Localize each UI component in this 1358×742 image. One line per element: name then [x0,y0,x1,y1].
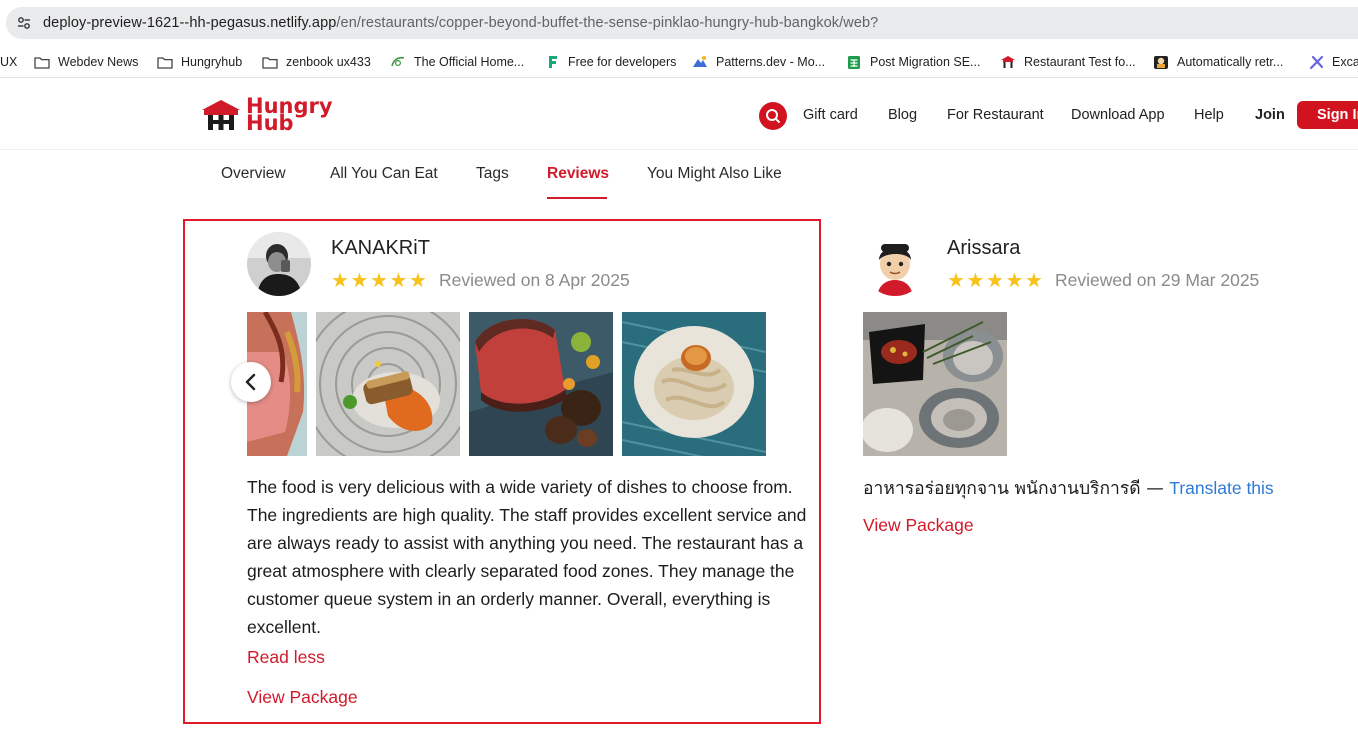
review-date: Reviewed on 29 Mar 2025 [1055,270,1260,290]
nav-gift-card[interactable]: Gift card [803,107,858,123]
site-favicon [390,55,406,69]
review-text: อาหารอร่อยทุกจาน พนักงานบริการดี — Trans… [863,474,1274,502]
tab-you-might-also-like[interactable]: You Might Also Like [647,165,782,183]
logo-wordmark: Hungry Hub [246,96,333,134]
nav-help[interactable]: Help [1194,107,1224,123]
bookmark-post-migration[interactable]: Post Migration SE... [846,53,980,71]
tab-all-you-can-eat[interactable]: All You Can Eat [330,165,438,183]
nav-for-restaurant[interactable]: For Restaurant [947,107,1044,123]
review-text: The food is very delicious with a wide v… [247,477,807,637]
star-icon: ★ [370,268,388,292]
f-favicon [544,55,560,69]
bookmark-label: Patterns.dev - Mo... [716,55,826,69]
bookmark-label: zenbook ux433 [286,55,371,69]
browser-url-bar: deploy-preview-1621--hh-pegasus.netlify.… [0,0,1358,44]
patterns-favicon [692,55,708,69]
star-icon: ★ [350,268,369,292]
bookmark-label: Post Migration SE... [870,55,981,69]
folder-icon [262,55,278,69]
review-photo-wagyu[interactable] [469,312,613,456]
excalidraw-favicon [1308,55,1324,69]
sign-in-button[interactable]: Sign In [1297,101,1358,129]
review-photo-oyster[interactable] [863,312,1007,456]
bookmark-label: Restaurant Test fo... [1024,55,1136,69]
bookmark-free-for-developers[interactable]: Free for developers [544,53,676,71]
address-field[interactable]: deploy-preview-1621--hh-pegasus.netlify.… [6,7,1358,39]
bookmark-hungryhub[interactable]: Hungryhub [157,53,242,71]
bookmark-label: UX [0,55,18,69]
view-package-link[interactable]: View Package [247,687,358,708]
hungryhub-favicon [1000,55,1016,69]
hungry-hub-logo-icon [202,100,240,130]
bookmark-restaurant-test[interactable]: Restaurant Test fo... [1000,53,1136,71]
hungry-hub-logo[interactable]: Hungry Hub [200,96,333,136]
nav-download-app[interactable]: Download App [1071,107,1165,123]
translate-link[interactable]: Translate this [1169,478,1273,498]
star-icon: ★ [331,268,349,292]
bookmarks-bar: UX Webdev News Hungryhub zenbook ux433 T… [0,44,1358,78]
star-icon: ★ [947,268,965,292]
bookmark-webdev-news[interactable]: Webdev News [34,53,138,71]
bookmark-zenbook[interactable]: zenbook ux433 [262,53,371,71]
bookmark-label: Webdev News [58,55,139,69]
bookmark-label: Free for developers [568,55,677,69]
star-icon: ★ [389,268,408,292]
rating-stars: ★ ★ ★ ★ ★ [947,268,1045,292]
chevron-left-icon [245,373,256,391]
url-text[interactable]: deploy-preview-1621--hh-pegasus.netlify.… [43,15,878,31]
bookmark-label: The Official Home... [414,55,525,69]
view-package-link[interactable]: View Package [863,515,974,536]
review-date: Reviewed on 8 Apr 2025 [439,270,630,290]
reviewer-avatar [247,232,311,296]
site-header: Hungry Hub Gift card Blog For Restaurant… [0,82,1358,150]
folder-icon [157,55,173,69]
search-icon [766,109,780,123]
search-button[interactable] [759,102,787,130]
reviewer-name: KANAKRiT [331,237,430,259]
tab-overview[interactable]: Overview [221,165,286,183]
translate-separator: — [1140,479,1170,499]
bookmark-label: Automatically retr... [1177,55,1284,69]
review-text-thai: อาหารอร่อยทุกจาน พนักงานบริการดี [863,479,1141,499]
bookmark-ux[interactable]: UX [0,53,17,71]
tab-tags[interactable]: Tags [476,165,509,183]
reviewer-name: Arissara [947,237,1021,259]
bookmark-label: Excal [1332,55,1358,69]
carousel-prev-button[interactable] [231,362,271,402]
url-host: deploy-preview-1621--hh-pegasus.netlify.… [43,15,337,31]
read-less-link[interactable]: Read less [247,647,325,668]
star-icon: ★ [986,268,1004,292]
nav-blog[interactable]: Blog [888,107,917,123]
folder-icon [34,55,50,69]
review-photo-fish[interactable] [316,312,460,456]
star-icon: ★ [1005,268,1024,292]
site-settings-icon[interactable] [16,15,32,31]
bookmark-official-home[interactable]: The Official Home... [390,53,524,71]
bot-favicon [1153,55,1169,69]
bookmark-excalidraw[interactable]: Excal [1308,53,1358,71]
sheets-favicon [846,55,862,69]
star-icon: ★ [1025,268,1043,292]
url-path: /en/restaurants/copper-beyond-buffet-the… [336,15,879,31]
star-icon: ★ [409,268,427,292]
restaurant-tabs: Overview All You Can Eat Tags Reviews Yo… [0,150,1358,202]
star-icon: ★ [966,268,985,292]
review-photo-scallop-pasta[interactable] [622,312,766,456]
bookmark-automatically-retr[interactable]: Automatically retr... [1153,53,1283,71]
bookmark-patterns-dev[interactable]: Patterns.dev - Mo... [692,53,825,71]
rating-stars: ★ ★ ★ ★ ★ [331,268,429,292]
reviewer-avatar [863,232,927,296]
active-tab-indicator [547,197,607,199]
bookmark-label: Hungryhub [181,55,243,69]
tab-reviews[interactable]: Reviews [547,165,609,183]
nav-join[interactable]: Join [1255,107,1285,123]
